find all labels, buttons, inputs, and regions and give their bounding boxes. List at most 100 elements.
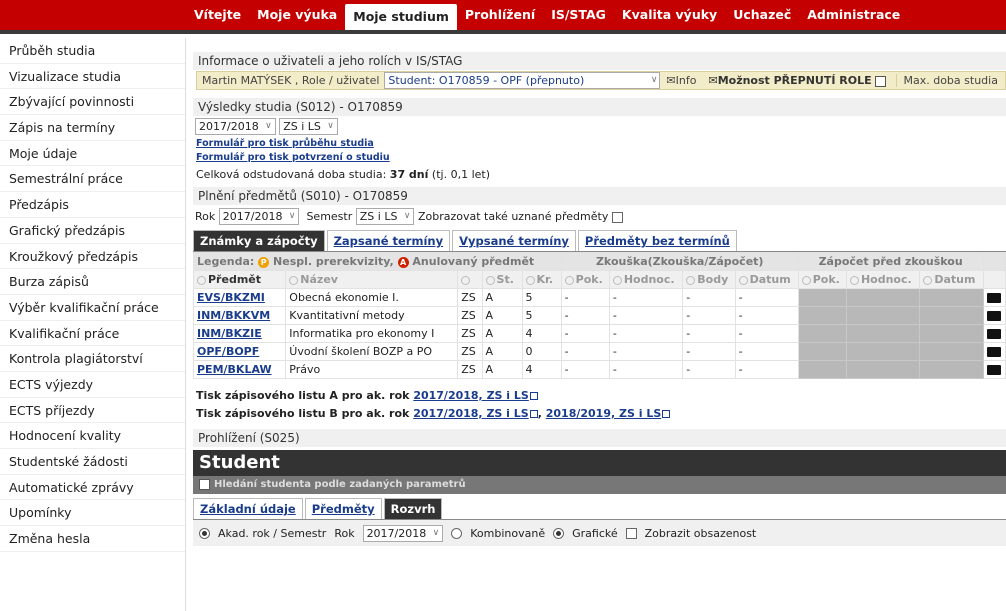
exam-points: -: [682, 324, 736, 343]
credit-attempt: [797, 342, 847, 361]
sidebar-item-9[interactable]: Burza zápisů: [0, 269, 185, 295]
sidebar-item-13[interactable]: ECTS výjezdy: [0, 372, 185, 398]
column-header-5[interactable]: Pok.: [560, 270, 610, 289]
print-b-link-1[interactable]: 2017/2018, ZS i LS: [413, 407, 529, 420]
sidebar-item-5[interactable]: Semestrální práce: [0, 166, 185, 193]
role-select[interactable]: Student: O170859 - OPF (přepnuto) ∨: [384, 72, 661, 89]
print-progress-link[interactable]: Formulář pro tisk průběhu studia: [196, 138, 1006, 149]
nav-item-0[interactable]: Vítejte: [186, 0, 249, 30]
folder-icon[interactable]: [987, 347, 1002, 357]
exam-grade: -: [608, 324, 684, 343]
sidebar-item-11[interactable]: Kvalifikační práce: [0, 321, 185, 347]
results-year-select[interactable]: 2017/2018: [195, 118, 276, 135]
column-header-10[interactable]: Hodnoc.: [845, 270, 921, 289]
student-year-select[interactable]: 2017/2018: [362, 524, 444, 542]
sidebar-item-4[interactable]: Moje údaje: [0, 141, 185, 167]
results-semester-select[interactable]: ZS i LS: [279, 118, 338, 135]
subject-name: Právo: [285, 360, 459, 379]
credit-grade: [845, 360, 921, 379]
nav-item-7[interactable]: Administrace: [799, 0, 908, 30]
credit-group-header: Zápočet před zkouškou: [797, 252, 984, 271]
sort-icon: [525, 275, 535, 285]
credit-date: [919, 288, 984, 307]
subject-name: Kvantitativní metody: [285, 306, 459, 325]
column-header-2[interactable]: [457, 270, 483, 289]
sidebar-item-18[interactable]: Upomínky: [0, 500, 185, 527]
column-header-9[interactable]: Pok.: [797, 270, 847, 289]
info-label: Info: [675, 74, 697, 87]
sidebar-item-3[interactable]: Zápis na termíny: [0, 115, 185, 141]
folder-icon[interactable]: [987, 365, 1002, 375]
print-b-link-2[interactable]: 2018/2019, ZS i LS: [546, 407, 662, 420]
credit-date: [919, 324, 984, 343]
column-header-7[interactable]: Body: [682, 270, 736, 289]
sidebar-item-10[interactable]: Výběr kvalifikační práce: [0, 295, 185, 321]
nav-item-5[interactable]: Kvalita výuky: [614, 0, 725, 30]
graphic-radio[interactable]: [553, 527, 565, 539]
sidebar-item-14[interactable]: ECTS příjezdy: [0, 398, 185, 424]
info-button[interactable]: ✉Info: [660, 74, 702, 87]
folder-icon[interactable]: [987, 293, 1002, 303]
mode-radio[interactable]: [199, 527, 210, 539]
subjects-year-select[interactable]: 2017/2018: [218, 208, 300, 225]
print-a-link[interactable]: 2017/2018, ZS i LS: [413, 389, 529, 402]
sort-icon: [461, 275, 471, 285]
sidebar-item-2[interactable]: Zbývající povinnosti: [0, 89, 185, 116]
max-study-link[interactable]: Max. doba studia: [896, 74, 1003, 87]
sidebar-item-6[interactable]: Předzápis: [0, 192, 185, 218]
switch-role-button[interactable]: ✉Možnost PŘEPNUTÍ ROLE: [702, 74, 896, 87]
sidebar-item-19[interactable]: Změna hesla: [0, 526, 185, 552]
subject-code-link[interactable]: PEM/BKLAW: [193, 360, 287, 379]
sidebar-item-0[interactable]: Průběh studia: [0, 38, 185, 64]
student-search-toggle[interactable]: Hledání studenta podle zadaných parametr…: [193, 476, 1006, 494]
print-confirmation-link[interactable]: Formulář pro tisk potvrzení o studiu: [196, 152, 1006, 163]
folder-icon[interactable]: [987, 311, 1002, 321]
tab-0[interactable]: Známky a zápočty: [193, 230, 325, 251]
results-title: Výsledky studia (S012) - O170859: [193, 98, 1006, 116]
mode-label: Akad. rok / Semestr: [218, 526, 327, 540]
subject-status: A: [481, 288, 523, 307]
tab-3[interactable]: Předměty bez termínů: [577, 230, 737, 251]
nav-item-4[interactable]: IS/STAG: [543, 0, 614, 30]
student-tab-0[interactable]: Základní údaje: [193, 498, 303, 519]
subject-code-link[interactable]: INM/BKZIE: [193, 324, 287, 343]
subject-semester: ZS: [457, 324, 483, 343]
tab-1[interactable]: Zapsané termíny: [326, 230, 451, 251]
sidebar-item-12[interactable]: Kontrola plagiátorství: [0, 346, 185, 372]
column-header-3[interactable]: St.: [481, 270, 523, 289]
column-header-0[interactable]: Předmět: [193, 270, 287, 289]
nav-item-6[interactable]: Uchazeč: [725, 0, 799, 30]
exam-group-header: Zkouška(Zkouška/Zápočet): [560, 252, 799, 271]
student-tab-2[interactable]: Rozvrh: [383, 498, 443, 519]
student-tab-1[interactable]: Předměty: [304, 498, 382, 519]
column-header-4[interactable]: Kr.: [521, 270, 562, 289]
nav-item-1[interactable]: Moje výuka: [249, 0, 345, 30]
exam-attempt: -: [560, 324, 610, 343]
subject-code-link[interactable]: INM/BKKVM: [193, 306, 287, 325]
sidebar-item-15[interactable]: Hodnocení kvality: [0, 423, 185, 449]
folder-icon[interactable]: [987, 329, 1002, 339]
column-header-row: Předmět Název St. Kr. Pok. Hodnoc. Body Datum Po…: [193, 270, 1006, 289]
sidebar-item-17[interactable]: Automatické zprávy: [0, 475, 185, 501]
nav-item-3[interactable]: Prohlížení: [457, 0, 543, 30]
column-header-11[interactable]: Datum: [919, 270, 984, 289]
subject-code-link[interactable]: OPF/BOPF: [193, 342, 287, 361]
sidebar-item-16[interactable]: Studentské žádosti: [0, 449, 185, 475]
sidebar-item-8[interactable]: Kroužkový předzápis: [0, 244, 185, 270]
column-header-6[interactable]: Hodnoc.: [608, 270, 684, 289]
combined-radio[interactable]: [451, 527, 463, 539]
combined-label: Kombinovaně: [470, 526, 546, 540]
nav-item-2[interactable]: Moje studium: [345, 4, 457, 30]
tab-2[interactable]: Vypsané termíny: [452, 230, 576, 251]
column-header-8[interactable]: Datum: [734, 270, 799, 289]
occupancy-checkbox[interactable]: [625, 527, 637, 539]
sidebar-item-7[interactable]: Grafický předzápis: [0, 218, 185, 244]
actions-cell: [982, 360, 1006, 379]
subjects-semester-select[interactable]: ZS i LS: [355, 208, 415, 225]
subject-code-link[interactable]: EVS/BKZMI: [193, 288, 287, 307]
show-recognized-checkbox[interactable]: [611, 211, 623, 223]
column-header-1[interactable]: Název: [285, 270, 459, 289]
sidebar-item-1[interactable]: Vizualizace studia: [0, 64, 185, 90]
study-duration: Celková odstudovaná doba studia: 37 dní …: [193, 163, 1006, 181]
subject-status: A: [481, 306, 523, 325]
